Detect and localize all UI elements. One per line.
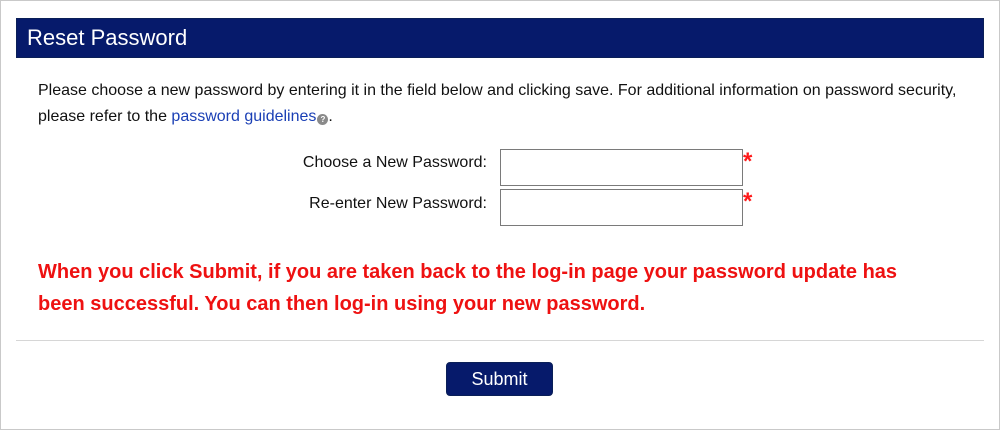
reenter-password-required-marker: * [743,188,753,215]
reenter-password-label: Re-enter New Password: [309,195,487,212]
submit-button[interactable]: Submit [446,362,553,396]
new-password-label: Choose a New Password: [302,154,487,171]
submit-instructions-warning: When you click Submit, if you are taken … [38,261,898,315]
page-title: Reset Password [27,25,188,50]
new-password-field[interactable] [500,149,743,186]
new-password-required-marker: * [743,148,753,175]
help-icon[interactable]: ? [317,114,329,125]
page-header: Reset Password [16,18,984,58]
intro-text-end: . [328,108,333,125]
intro-paragraph: Please choose a new password by entering… [38,78,968,130]
divider [16,340,984,341]
password-guidelines-link[interactable]: password guidelines [171,108,316,125]
reenter-password-field[interactable] [500,189,743,226]
